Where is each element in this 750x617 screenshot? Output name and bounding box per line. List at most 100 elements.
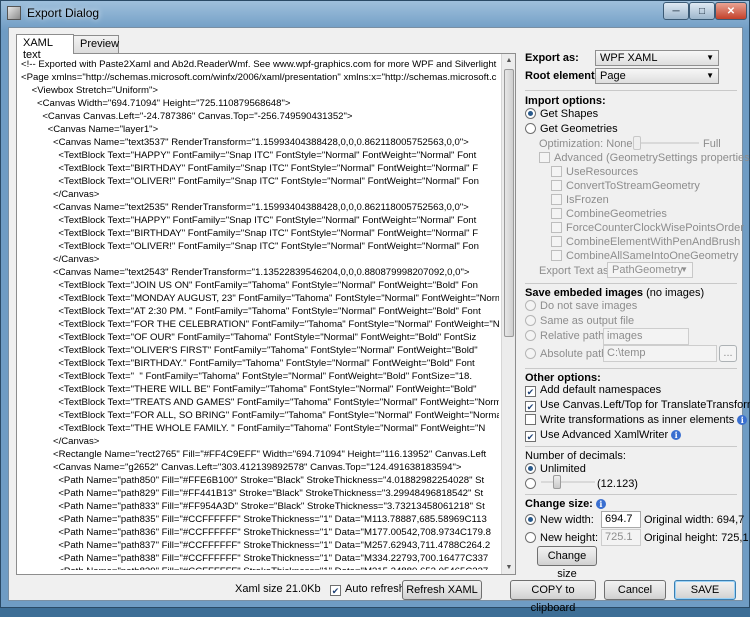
export-text-value: PathGeometry — [612, 264, 683, 276]
decimals-slider[interactable] — [541, 475, 595, 489]
cancel-button[interactable]: Cancel — [604, 580, 666, 600]
change-size-title: Change size: — [525, 498, 593, 510]
absolute-path-input[interactable]: C:\temp — [603, 345, 717, 362]
convert-stream-geometry-checkbox[interactable]: ConvertToStreamGeometry — [551, 180, 700, 192]
slider-knob[interactable] — [553, 475, 561, 489]
get-geometries-radio[interactable]: Get Geometries — [525, 123, 618, 135]
xaml-line: <TextBlock Text="FOR THE CELEBRATION" Fo… — [21, 319, 499, 330]
radio-selected-icon — [525, 514, 536, 525]
close-button[interactable]: ✕ — [715, 2, 747, 20]
xaml-line: <TextBlock Text=" " FontFamily="Tahoma" … — [21, 371, 473, 382]
separator — [525, 446, 737, 447]
slider-track — [633, 142, 699, 144]
export-as-select[interactable]: WPF XAML ▼ — [595, 50, 719, 66]
minimize-button[interactable]: ─ — [663, 2, 689, 20]
export-text-select[interactable]: PathGeometry ▼ — [607, 262, 693, 278]
force-ccw-checkbox[interactable]: ForceCounterClockWisePointsOrder — [551, 222, 744, 234]
checkbox-icon — [551, 166, 562, 177]
xaml-line: <TextBlock Text="TREATS AND GAMES" FontF… — [21, 397, 499, 408]
combine-all-same-checkbox[interactable]: CombineAllSameIntoOneGeometry — [551, 250, 738, 262]
radio-icon — [525, 478, 536, 489]
info-icon[interactable]: i — [737, 415, 748, 425]
save-images-heading: Save embeded images (no images) — [525, 287, 704, 299]
browse-button[interactable]: ... — [719, 345, 737, 362]
get-shapes-radio[interactable]: Get Shapes — [525, 108, 598, 120]
save-images-note: (no images) — [646, 287, 705, 299]
optimization-full-label: Full — [703, 138, 721, 150]
checkmark-icon: ✔ — [525, 386, 536, 397]
add-default-namespaces-checkbox[interactable]: ✔ Add default namespaces — [525, 384, 661, 397]
decimals-radio[interactable] — [525, 478, 540, 490]
root-element-select[interactable]: Page ▼ — [595, 68, 719, 84]
xaml-line: <Path Name="path839" Fill="#CCFFFFFF" St… — [21, 565, 499, 570]
xaml-line: <TextBlock Text="JOIN US ON" FontFamily=… — [21, 280, 478, 291]
use-canvas-left-checkbox[interactable]: ✔ Use Canvas.Left/Top for TranslateTransf… — [525, 399, 750, 412]
scroll-thumb[interactable] — [504, 69, 514, 337]
refresh-xaml-button[interactable]: Refresh XAML — [402, 580, 482, 600]
info-icon[interactable]: i — [595, 499, 606, 509]
relative-path-input[interactable]: images — [603, 328, 689, 345]
slider-knob[interactable] — [633, 136, 641, 150]
xaml-line: <Path Name="path835" Fill="#CCFFFFFF" St… — [21, 514, 487, 525]
xaml-line: <Canvas Name="text2535" RenderTransform=… — [21, 202, 469, 213]
xaml-text-area[interactable]: <!-- Exported with Paste2Xaml and Ab2d.R… — [21, 58, 499, 570]
save-button[interactable]: SAVE — [674, 580, 736, 600]
export-dialog-window: Export Dialog ─ □ ✕ XAML text Preview <!… — [0, 0, 750, 614]
use-resources-checkbox[interactable]: UseResources — [551, 166, 638, 178]
new-height-radio[interactable]: New height: — [525, 532, 598, 544]
absolute-path-radio[interactable]: Absolute path — [525, 348, 607, 360]
is-frozen-checkbox[interactable]: IsFrozen — [551, 194, 609, 206]
radio-icon — [525, 315, 536, 326]
tab-preview[interactable]: Preview — [73, 35, 119, 53]
get-geometries-label: Get Geometries — [540, 123, 618, 135]
xaml-line: <TextBlock Text="AT 2:30 PM. " FontFamil… — [21, 306, 481, 317]
xaml-line: <Canvas Canvas.Left="-24.787386" Canvas.… — [21, 111, 353, 122]
export-as-label: Export as: — [525, 52, 579, 64]
write-transformations-checkbox[interactable]: Write transformations as inner elements i — [525, 414, 748, 426]
new-width-radio[interactable]: New width: — [525, 514, 594, 526]
info-icon[interactable]: i — [671, 430, 682, 440]
new-height-input[interactable]: 725.1 — [601, 529, 641, 546]
scroll-up-icon[interactable]: ▲ — [503, 54, 515, 67]
combine-pen-brush-checkbox[interactable]: CombineElementWithPenAndBrush — [551, 236, 740, 248]
checkbox-icon — [539, 152, 550, 163]
do-not-save-radio[interactable]: Do not save images — [525, 300, 637, 312]
separator — [525, 494, 737, 495]
new-width-input[interactable]: 694.7 — [601, 511, 641, 528]
window-title: Export Dialog — [27, 6, 100, 20]
checkmark-icon: ✔ — [525, 431, 536, 442]
optimization-slider[interactable] — [633, 136, 699, 150]
radio-icon — [525, 300, 536, 311]
separator — [525, 90, 737, 91]
xaml-line: <TextBlock Text="OF OUR" FontFamily="Tah… — [21, 332, 477, 343]
minimize-icon: ─ — [672, 5, 680, 17]
root-element-value: Page — [600, 70, 626, 82]
xaml-line: <!-- Exported with Paste2Xaml and Ab2d.R… — [21, 59, 499, 70]
relative-path-radio[interactable]: Relative path: — [525, 330, 607, 342]
slider-track — [541, 481, 595, 483]
xaml-line: <TextBlock Text="OLIVER!" FontFamily="Sn… — [21, 176, 479, 187]
title-bar[interactable]: Export Dialog ─ □ ✕ — [1, 1, 749, 27]
combine-geometries-checkbox[interactable]: CombineGeometries — [551, 208, 667, 220]
maximize-icon: □ — [698, 5, 706, 17]
scroll-down-icon[interactable]: ▼ — [503, 561, 515, 574]
root-element-label: Root element: — [525, 70, 599, 82]
tab-xaml-text[interactable]: XAML text — [16, 34, 74, 61]
vertical-scrollbar[interactable]: ▲ ▼ — [501, 54, 515, 574]
radio-icon — [525, 123, 536, 134]
xaml-line: <TextBlock Text="HAPPY" FontFamily="Snap… — [21, 215, 477, 226]
original-width-label: Original width: 694,7 — [644, 514, 745, 526]
auto-refresh-checkbox[interactable]: ✔ Auto refresh — [330, 583, 405, 596]
xaml-line: <TextBlock Text="BIRTHDAY" FontFamily="S… — [21, 163, 479, 174]
original-width-value: 694,7 — [716, 514, 745, 526]
xaml-line: <TextBlock Text="THERE WILL BE" FontFami… — [21, 384, 477, 395]
chevron-down-icon: ▼ — [706, 53, 714, 62]
use-advanced-writer-checkbox[interactable]: ✔ Use Advanced XamlWriter i — [525, 429, 682, 442]
maximize-button[interactable]: □ — [689, 2, 715, 20]
advanced-checkbox[interactable]: Advanced (GeometrySettings properties): — [539, 152, 750, 164]
copy-to-clipboard-button[interactable]: COPY to clipboard — [510, 580, 596, 614]
unlimited-radio[interactable]: Unlimited — [525, 463, 586, 475]
same-as-output-radio[interactable]: Same as output file — [525, 315, 634, 327]
change-size-button[interactable]: Change size — [537, 546, 597, 580]
dialog-client-area: XAML text Preview <!-- Exported with Pas… — [8, 27, 750, 614]
